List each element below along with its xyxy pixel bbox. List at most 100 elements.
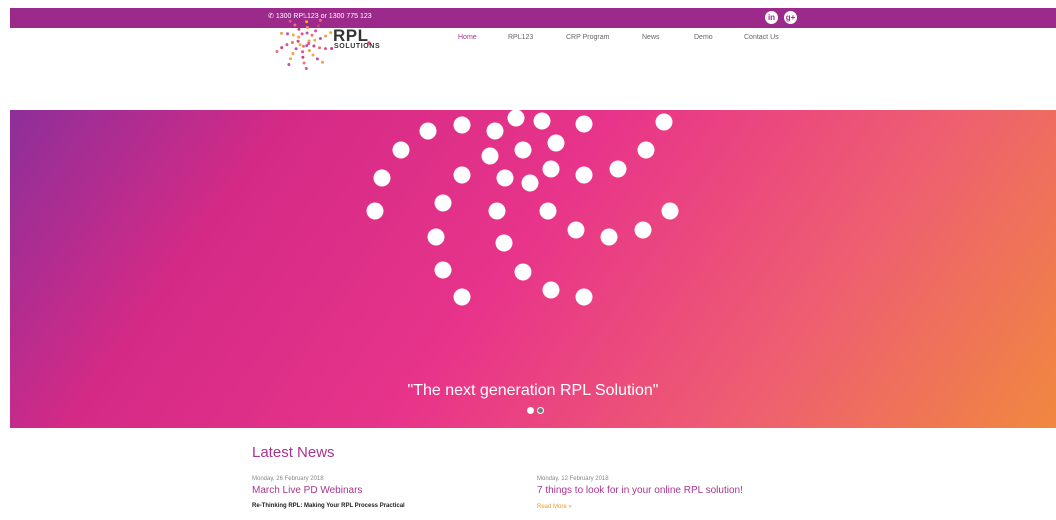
hero-dot <box>567 221 585 239</box>
logo-dot <box>286 32 289 36</box>
logo-dot <box>329 31 333 35</box>
hero-dot <box>575 115 593 133</box>
slide-dot[interactable] <box>537 407 544 414</box>
nav-news[interactable]: News <box>642 34 694 41</box>
logo-dot <box>290 41 294 44</box>
logo-dot <box>324 47 327 51</box>
hero-dot <box>655 113 673 131</box>
top-bar: ✆ 1300 RPL123 or 1300 775 123 in g+ <box>10 8 1056 28</box>
logo-dot <box>315 57 319 61</box>
news-headline-link[interactable]: March Live PD Webinars <box>252 485 405 496</box>
logo-dot <box>293 23 297 27</box>
logo-dot <box>316 24 320 28</box>
logo-dot <box>301 44 305 48</box>
logo-dot <box>314 29 318 33</box>
main-nav: Home RPL123 CRP Program News Demo Contac… <box>458 34 804 41</box>
hero-dot <box>496 169 514 187</box>
logo-dot <box>305 20 309 24</box>
logo-dot <box>321 60 324 64</box>
logo-dot <box>305 31 309 35</box>
hero-dot <box>539 202 557 220</box>
news-date: Monday, 26 February 2018 <box>252 476 324 482</box>
logo-dot <box>313 38 317 42</box>
logo-dot <box>318 46 321 50</box>
hero-dot <box>486 122 504 140</box>
hero-dot <box>453 116 471 134</box>
nav-contact-us[interactable]: Contact Us <box>744 34 804 41</box>
hero-dot <box>434 194 452 212</box>
hero-dot <box>609 160 627 178</box>
hero-dot <box>507 110 525 127</box>
logo-dot <box>297 35 301 39</box>
logo-dot <box>289 57 292 61</box>
hero-dot <box>495 234 513 252</box>
news-heading: Latest News <box>252 444 335 461</box>
slide-dot[interactable] <box>527 407 534 414</box>
hero-dot <box>366 202 384 220</box>
hero-dot <box>427 228 445 246</box>
logo-dot <box>298 43 302 47</box>
news-item: Monday, 26 February 2018 March Live PD W… <box>252 476 405 509</box>
nav-demo[interactable]: Demo <box>694 34 744 41</box>
hero-dot <box>392 141 410 159</box>
logo-dot <box>302 61 306 65</box>
hero-dot <box>521 174 539 192</box>
google-plus-icon[interactable]: g+ <box>784 11 797 24</box>
hero-dot <box>575 166 593 184</box>
logo-dot <box>312 44 316 48</box>
slider-dots <box>527 407 544 414</box>
logo-dot <box>285 43 289 47</box>
hero-dot <box>488 202 506 220</box>
logo-dot <box>311 53 315 57</box>
hero-dot <box>575 288 593 306</box>
logo-subtext[interactable]: SOLUTIONS <box>334 43 380 50</box>
hero-dot <box>661 202 679 220</box>
news-subheading: Re-Thinking RPL: Making Your RPL Process… <box>252 503 405 509</box>
logo-dot <box>318 18 322 22</box>
read-more-link[interactable]: Read More » <box>537 504 743 510</box>
hero-dot <box>373 169 391 187</box>
hero-dot <box>514 263 532 281</box>
news-date: Monday, 12 February 2018 <box>537 476 609 482</box>
logo-dot <box>275 50 279 53</box>
hero-dot <box>419 122 437 140</box>
nav-crp-program[interactable]: CRP Program <box>566 34 642 41</box>
logo-dot <box>280 46 284 50</box>
logo-dot <box>287 63 291 66</box>
social-links: in g+ <box>765 11 797 24</box>
logo-dot <box>300 32 304 36</box>
hero-dot <box>533 112 551 130</box>
hero-dot <box>514 141 532 159</box>
hero-dot <box>481 147 499 165</box>
logo-dot <box>324 34 328 38</box>
hero-dot <box>434 261 452 279</box>
hero-dot <box>634 221 652 239</box>
logo-dot <box>304 67 308 70</box>
logo-dot <box>301 55 305 59</box>
hero-dot-swirl <box>366 110 679 306</box>
hero-dot <box>600 228 618 246</box>
hero-dot <box>637 141 655 159</box>
logo-dot <box>310 33 314 37</box>
nav-home[interactable]: Home <box>458 34 508 41</box>
nav-rpl123[interactable]: RPL123 <box>508 34 566 41</box>
logo-dot <box>291 33 295 37</box>
linkedin-icon[interactable]: in <box>765 11 778 24</box>
logo-dot <box>288 19 292 23</box>
hero-dot <box>547 134 565 152</box>
logo-dot <box>291 52 295 55</box>
hero-slider: "The next generation RPL Solution" <box>10 110 1056 428</box>
logo-dot <box>296 39 300 43</box>
logo-dot <box>280 31 283 35</box>
logo-dot <box>305 26 309 29</box>
hero-dot <box>542 281 560 299</box>
logo-dot <box>301 50 305 54</box>
logo-dot <box>303 14 307 18</box>
logo-dot <box>330 47 334 50</box>
logo-dot <box>307 49 311 52</box>
news-headline-link[interactable]: 7 things to look for in your online RPL … <box>537 485 743 496</box>
logo-dot <box>305 44 309 48</box>
logo-dot <box>318 37 322 40</box>
hero-dot <box>453 288 471 306</box>
logo-dot <box>297 27 301 31</box>
